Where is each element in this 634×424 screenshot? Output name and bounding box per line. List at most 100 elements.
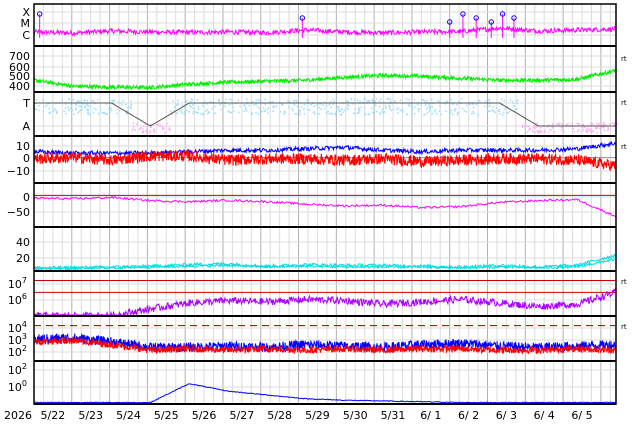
ace-state-dot [537,131,539,134]
ace-state-dot [507,112,509,114]
ace-state-dot [387,98,390,100]
ace-state-dot [488,98,490,101]
ace-state-dot [347,104,349,106]
ace-state-dot [333,100,335,103]
ace-state-dot [230,99,233,101]
high-energy-proton-tick-label: 100 [8,379,27,394]
day-label: 5/28 [267,409,292,422]
ace-state-dot [99,106,102,108]
ace-state-dot [177,99,179,102]
ace-state-dot [431,106,434,108]
ace-state-dot [105,113,108,115]
ace-state-dot [265,108,268,111]
ace-state-dot [372,100,374,103]
ace-state-dot [192,112,194,115]
ace-state-dot [375,110,378,113]
ace-state-dot [495,107,498,109]
ace-state-dot [65,112,67,115]
ace-state-dot [359,100,361,103]
day-label: 5/30 [343,409,368,422]
ace-state-dot [539,127,542,129]
ace-state-dot [195,111,197,113]
ace-state-dot [374,100,376,103]
ace-state-dot [556,123,559,125]
ace-state-dot [516,108,518,110]
proton-flux-rt-label: rt [621,323,627,331]
ace-state-dot [267,112,269,114]
day-label: 5/31 [381,409,406,422]
ace-state-dot [397,107,399,109]
ace-state-dot [468,103,471,106]
ace-state-dot [255,111,257,114]
ace-state-dot [232,106,235,109]
ace-state-dot [228,104,231,106]
ace-state-dot [303,103,306,106]
ace-state-dot [338,108,340,111]
ace-state-dot [95,108,97,111]
ace-state-dot [189,106,192,108]
ace-state-dot [256,105,259,108]
ace-state-dot [473,112,475,115]
ace-state-dot [451,113,454,116]
ace-state-dot [371,107,373,109]
ace-state-dot [499,112,501,115]
ace-state-dot [485,100,487,103]
ace-state-dot [461,98,463,100]
ace-state-dot [392,108,395,111]
ace-state-dot [350,98,352,101]
ace-state-dot [408,103,411,106]
ace-state-dot [332,98,335,100]
ace-state-dot [353,98,356,101]
ace-state-dot [91,100,93,102]
ace-state-dot [571,124,573,126]
ace-state-dot [512,105,515,108]
ace-state-dot [551,123,554,126]
ace-state-dot [538,130,540,132]
ace-state-dot [189,104,191,107]
ace-state-dot [440,113,442,116]
ace-state-dot [120,104,123,106]
ace-state-dot [211,107,213,110]
ace-state-dot [177,103,179,106]
ace-state-dot [363,106,366,109]
ace-state-dot [456,103,458,106]
ace-state-dot [600,126,603,129]
ace-state-dot [35,98,38,101]
ace-state-dot [384,107,387,109]
ace-state-dot [590,131,593,133]
ace-state-dot [456,113,459,116]
ace-state-dot [389,100,392,103]
ace-state-dot [272,105,274,108]
magnetic-field-tick-label: −10 [7,165,30,178]
ace-state-dot [169,129,171,132]
ace-state-dot [596,123,598,125]
ace-state-dot [354,113,356,115]
ace-state-dot [425,108,428,110]
ace-state-tick-label: T [22,97,30,110]
day-label: 5/24 [116,409,141,422]
ace-state-dot [160,124,162,127]
ace-state-dot [299,113,301,116]
ace-state-dot [255,103,257,106]
ace-state-dot [69,107,72,110]
ace-state-dot [200,113,202,115]
ace-state-dot [118,109,121,112]
ace-state-dot [331,113,334,116]
day-label: 6/ 3 [496,409,517,422]
ace-state-dot [356,112,359,114]
ace-state-dot [437,99,439,102]
ace-state-dot [457,112,459,114]
ace-state-dot [562,131,564,134]
ace-state-dot [498,110,500,113]
ace-state-dot [589,128,591,131]
year-label: 2026 [4,409,32,422]
ace-state-dot [586,127,589,130]
ace-state-dot [41,99,44,102]
ace-state-dot [585,130,588,132]
ace-state-dot [258,99,261,102]
ace-state-dot [237,111,240,114]
day-label: 6/ 2 [458,409,479,422]
ace-state-dot [559,122,561,125]
magnetic-field-rt-label: rt [621,143,627,151]
ace-state-dot [371,111,374,114]
